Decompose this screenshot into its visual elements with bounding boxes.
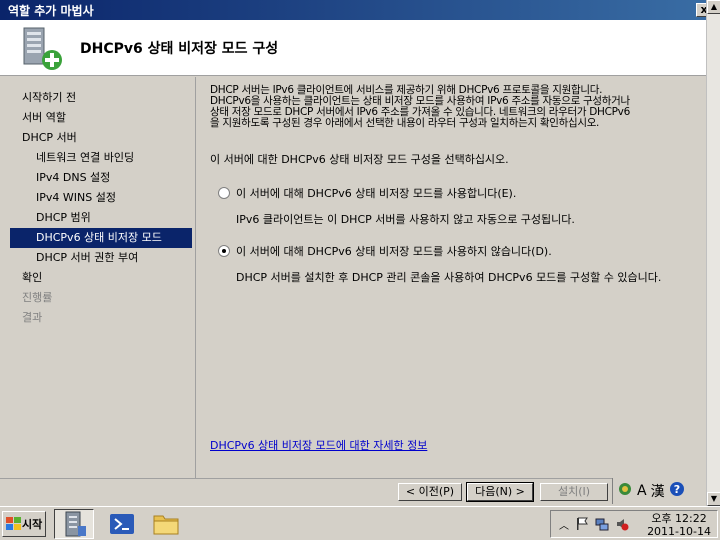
system-tray: ︿ 오후 12:22 2011-10-14 [550, 510, 718, 538]
folder-icon [153, 515, 179, 535]
nav-item-dhcp-scopes[interactable]: DHCP 범위 [0, 208, 192, 228]
network-icon[interactable] [595, 517, 609, 534]
help-icon[interactable]: ? [669, 481, 685, 501]
start-label: 시작 [22, 518, 43, 531]
tray-expand-icon[interactable]: ︿ [559, 517, 569, 532]
taskbar-server-manager[interactable] [54, 509, 94, 539]
option-disable-label[interactable]: 이 서버에 대해 DHCPv6 상태 비저장 모드를 사용하지 않습니다(D). [236, 243, 552, 259]
nav-item-results: 결과 [22, 311, 43, 324]
vertical-scrollbar[interactable]: ▲ ▼ [706, 0, 720, 506]
description-line: 을 지원하도록 구성된 경우 아래에서 선택한 내용이 라우터 구성과 일치하는… [210, 117, 600, 129]
scroll-up-icon[interactable]: ▲ [707, 0, 720, 14]
option-disable-detail: DHCP 서버를 설치한 후 DHCP 관리 콘솔을 사용하여 DHCPv6 모… [236, 271, 662, 284]
clock-time: 오후 12:22 [651, 512, 707, 525]
description: DHCP 서버는 IPv6 클라이언트에 서비스를 제공하기 위해 DHCPv6… [210, 85, 692, 129]
taskbar: 시작 ︿ 오후 12:22 2011-10-14 [0, 506, 720, 540]
nav-item-progress: 진행률 [22, 291, 53, 304]
nav-item-dhcp-server[interactable]: DHCP 서버 [0, 128, 192, 148]
next-button[interactable]: 다음(N) > [466, 482, 534, 502]
nav-item-server-roles[interactable]: 서버 역할 [0, 108, 192, 128]
option-enable-detail: IPv6 클라이언트는 이 DHCP 서버를 사용하지 않고 자동으로 구성됩니… [236, 213, 575, 226]
page-title: DHCPv6 상태 비저장 모드 구성 [80, 40, 279, 57]
nav-item-ipv4-dns[interactable]: IPv4 DNS 설정 [0, 168, 192, 188]
server-manager-icon [65, 511, 86, 537]
nav-item-ipv4-wins[interactable]: IPv4 WINS 설정 [0, 188, 192, 208]
nav-item-dhcp-authorization[interactable]: DHCP 서버 권한 부여 [0, 248, 192, 268]
windows-logo-icon [6, 517, 21, 530]
ime-icon[interactable] [617, 481, 633, 501]
nav-item-before-you-begin[interactable]: 시작하기 전 [0, 88, 192, 108]
system-clock[interactable]: 오후 12:22 2011-10-14 [647, 512, 711, 538]
start-button[interactable]: 시작 [2, 511, 46, 537]
radio-disable-stateless[interactable] [218, 245, 230, 257]
radio-enable-stateless[interactable] [218, 187, 230, 199]
scroll-down-icon[interactable]: ▼ [707, 492, 720, 506]
powershell-icon [110, 514, 134, 534]
language-bar: A 漢 ? [612, 478, 706, 504]
install-button: 설치(I) [540, 483, 608, 501]
wizard-steps-nav: 시작하기 전 서버 역할 DHCP 서버 네트워크 연결 바인딩 IPv4 DN… [0, 77, 192, 477]
clock-date: 2011-10-14 [647, 525, 711, 538]
taskbar-explorer[interactable] [146, 509, 186, 539]
more-info-link[interactable]: DHCPv6 상태 비저장 모드에 대한 자세한 정보 [210, 437, 427, 453]
window-title: 역할 추가 마법사 [8, 3, 94, 18]
nav-item-dhcpv6-stateless[interactable]: DHCPv6 상태 비저장 모드 [10, 228, 192, 248]
option-disable-stateless[interactable]: 이 서버에 대해 DHCPv6 상태 비저장 모드를 사용하지 않습니다(D). [210, 243, 692, 259]
option-enable-label[interactable]: 이 서버에 대해 DHCPv6 상태 비저장 모드를 사용합니다(E). [236, 185, 516, 201]
nav-item-network-binding[interactable]: 네트워크 연결 바인딩 [0, 148, 192, 168]
nav-item-confirmation[interactable]: 확인 [0, 268, 192, 288]
previous-button[interactable]: < 이전(P) [398, 483, 462, 501]
selection-prompt: 이 서버에 대한 DHCPv6 상태 비저장 모드 구성을 선택하십시오. [210, 153, 509, 166]
taskbar-powershell[interactable] [102, 509, 142, 539]
title-bar: 역할 추가 마법사 x [0, 0, 720, 20]
server-role-icon [16, 24, 64, 72]
wizard-header: DHCPv6 상태 비저장 모드 구성 [0, 20, 706, 76]
svg-text:?: ? [673, 483, 679, 496]
volume-muted-icon[interactable] [615, 517, 629, 534]
ime-mode-han[interactable]: 漢 [651, 481, 665, 501]
ime-mode-a[interactable]: A [637, 483, 647, 499]
flag-icon[interactable] [575, 517, 589, 534]
wizard-content: DHCP 서버는 IPv6 클라이언트에 서비스를 제공하기 위해 DHCPv6… [195, 77, 706, 479]
wizard-button-bar: < 이전(P) 다음(N) > 설치(I) [0, 478, 706, 506]
option-enable-stateless[interactable]: 이 서버에 대해 DHCPv6 상태 비저장 모드를 사용합니다(E). [210, 185, 692, 201]
